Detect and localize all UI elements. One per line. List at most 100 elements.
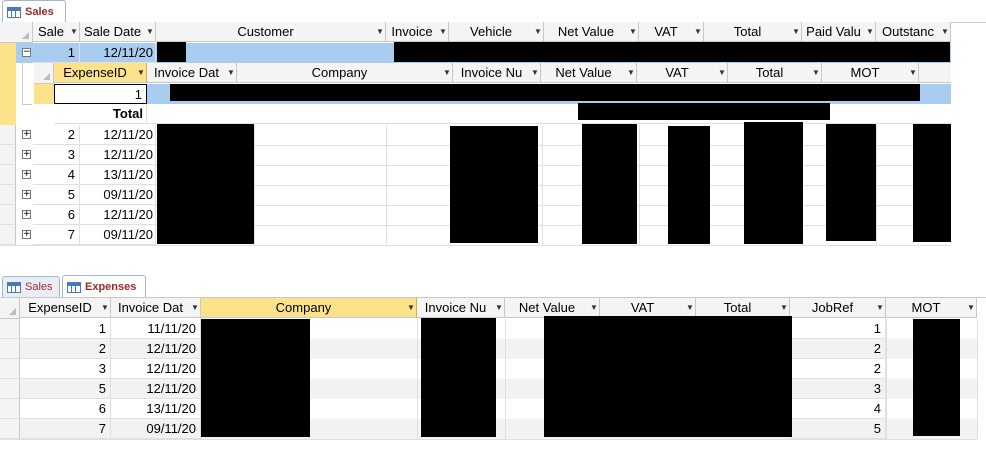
record-selector[interactable] bbox=[0, 319, 20, 339]
column-header-total[interactable]: Total ▼ bbox=[704, 22, 802, 42]
sort-arrow-icon[interactable]: ▼ bbox=[226, 68, 236, 77]
sale-date-cell[interactable]: 12/11/20 bbox=[80, 145, 156, 165]
record-selector[interactable] bbox=[0, 165, 16, 185]
jobref-cell[interactable]: 1 bbox=[790, 319, 886, 339]
expense-id-cell[interactable]: 7 bbox=[20, 419, 111, 439]
column-header-expense-id[interactable]: ExpenseID ▼ bbox=[20, 298, 111, 318]
sale-id-cell[interactable]: 5 bbox=[33, 185, 80, 205]
sale-date-cell[interactable]: 12/11/20 bbox=[80, 205, 156, 225]
record-selector[interactable] bbox=[0, 145, 16, 165]
dropdown-arrow-icon[interactable]: ▼ bbox=[589, 303, 599, 312]
dropdown-arrow-icon[interactable]: ▼ bbox=[908, 68, 918, 77]
column-header-total[interactable]: Total ▼ bbox=[728, 63, 822, 83]
expand-icon[interactable]: + bbox=[22, 150, 31, 159]
dropdown-arrow-icon[interactable]: ▼ bbox=[375, 27, 385, 36]
column-header-invoice-number[interactable]: Invoice Nu ▼ bbox=[453, 63, 541, 83]
column-header-sale[interactable]: Sale ▼ bbox=[33, 22, 80, 42]
expense-id-cell[interactable]: 3 bbox=[20, 359, 111, 379]
record-selector[interactable] bbox=[0, 399, 20, 419]
column-header-company[interactable]: Company ▼ bbox=[201, 298, 417, 318]
dropdown-arrow-icon[interactable]: ▼ bbox=[438, 27, 448, 36]
expense-id-cell[interactable]: 2 bbox=[20, 339, 111, 359]
column-header-net-value[interactable]: Net Value ▼ bbox=[505, 298, 600, 318]
expand-icon[interactable]: + bbox=[22, 130, 31, 139]
invoice-date-cell[interactable]: 12/11/20 bbox=[111, 339, 201, 359]
sale-id-cell[interactable]: 3 bbox=[33, 145, 80, 165]
sale-id-cell[interactable]: 2 bbox=[33, 125, 80, 145]
column-header-invoice-date[interactable]: Invoice Dat ▼ bbox=[147, 63, 237, 83]
column-header-customer[interactable]: Customer ▼ bbox=[156, 22, 386, 42]
jobref-cell[interactable]: 2 bbox=[790, 339, 886, 359]
expand-icon[interactable]: + bbox=[22, 230, 31, 239]
record-selector[interactable] bbox=[0, 125, 16, 145]
column-header-vat[interactable]: VAT ▼ bbox=[639, 22, 704, 42]
subdatasheet-selector[interactable] bbox=[34, 84, 54, 104]
column-header-paid-value[interactable]: Paid Valu ▼ bbox=[802, 22, 876, 42]
column-header-vehicle[interactable]: Vehicle ▼ bbox=[449, 22, 544, 42]
expand-icon[interactable]: + bbox=[22, 210, 31, 219]
dropdown-arrow-icon[interactable]: ▼ bbox=[717, 68, 727, 77]
expense-id-cell[interactable]: 6 bbox=[20, 399, 111, 419]
collapse-icon[interactable]: − bbox=[22, 48, 31, 57]
column-header-vat[interactable]: VAT ▼ bbox=[600, 298, 696, 318]
sale-date-cell[interactable]: 12/11/20 bbox=[80, 125, 156, 145]
record-selector[interactable] bbox=[0, 419, 20, 439]
invoice-date-cell[interactable]: 12/11/20 bbox=[111, 379, 201, 399]
record-selector[interactable] bbox=[0, 379, 20, 399]
record-selector[interactable] bbox=[0, 185, 16, 205]
column-header-total[interactable]: Total ▼ bbox=[696, 298, 790, 318]
expand-icon[interactable]: + bbox=[22, 170, 31, 179]
invoice-date-cell[interactable]: 11/11/20 bbox=[111, 319, 201, 339]
column-header-sale-date[interactable]: Sale Date ▼ bbox=[80, 22, 156, 42]
dropdown-arrow-icon[interactable]: ▼ bbox=[685, 303, 695, 312]
select-all-corner[interactable] bbox=[0, 298, 20, 319]
jobref-cell[interactable]: 3 bbox=[790, 379, 886, 399]
sale-date-cell[interactable]: 12/11/20 bbox=[80, 43, 156, 63]
sale-id-cell[interactable]: 7 bbox=[33, 225, 80, 245]
dropdown-arrow-icon[interactable]: ▼ bbox=[145, 27, 155, 36]
column-header-invoice[interactable]: Invoice ▼ bbox=[386, 22, 449, 42]
jobref-cell[interactable]: 5 bbox=[790, 419, 886, 439]
tab-sales[interactable]: Sales bbox=[2, 0, 66, 23]
dropdown-arrow-icon[interactable]: ▼ bbox=[69, 27, 79, 36]
column-header-company[interactable]: Company ▼ bbox=[237, 63, 453, 83]
dropdown-arrow-icon[interactable]: ▼ bbox=[811, 68, 821, 77]
dropdown-arrow-icon[interactable]: ▼ bbox=[791, 27, 801, 36]
column-header-expense-id[interactable]: ExpenseID ▼ bbox=[54, 63, 147, 83]
dropdown-arrow-icon[interactable]: ▼ bbox=[940, 27, 950, 36]
record-selector-current[interactable] bbox=[0, 43, 16, 125]
jobref-cell[interactable]: 2 bbox=[790, 359, 886, 379]
invoice-date-cell[interactable]: 12/11/20 bbox=[111, 359, 201, 379]
sale-date-cell[interactable]: 09/11/20 bbox=[80, 225, 156, 245]
column-header-net-value[interactable]: Net Value ▼ bbox=[544, 22, 639, 42]
dropdown-arrow-icon[interactable]: ▼ bbox=[626, 68, 636, 77]
expense-id-cell[interactable]: 5 bbox=[20, 379, 111, 399]
record-selector[interactable] bbox=[0, 225, 16, 245]
dropdown-arrow-icon[interactable]: ▼ bbox=[406, 303, 416, 312]
tab-expenses[interactable]: Expenses bbox=[62, 275, 146, 298]
dropdown-arrow-icon[interactable]: ▼ bbox=[100, 303, 110, 312]
invoice-date-cell[interactable]: 09/11/20 bbox=[111, 419, 201, 439]
record-selector[interactable] bbox=[0, 205, 16, 225]
invoice-date-cell[interactable]: 13/11/20 bbox=[111, 399, 201, 419]
column-header-jobref[interactable]: JobRef ▼ bbox=[790, 298, 886, 318]
dropdown-arrow-icon[interactable]: ▼ bbox=[966, 303, 976, 312]
sale-date-cell[interactable]: 13/11/20 bbox=[80, 165, 156, 185]
dropdown-arrow-icon[interactable]: ▼ bbox=[693, 27, 703, 36]
subdatasheet-corner[interactable] bbox=[34, 63, 54, 84]
dropdown-arrow-icon[interactable]: ▼ bbox=[533, 27, 543, 36]
sale-id-cell[interactable]: 6 bbox=[33, 205, 80, 225]
record-selector[interactable] bbox=[0, 359, 20, 379]
sale-id-cell[interactable]: 1 bbox=[33, 43, 80, 63]
dropdown-arrow-icon[interactable]: ▼ bbox=[779, 303, 789, 312]
tab-sales[interactable]: Sales bbox=[2, 276, 60, 297]
column-header-invoice-date[interactable]: Invoice Dat ▼ bbox=[111, 298, 201, 318]
sale-date-cell[interactable]: 09/11/20 bbox=[80, 185, 156, 205]
column-header-invoice-number[interactable]: Invoice Nu ▼ bbox=[417, 298, 505, 318]
expense-id-cell[interactable]: 1 bbox=[20, 319, 111, 339]
dropdown-arrow-icon[interactable]: ▼ bbox=[530, 68, 540, 77]
dropdown-arrow-icon[interactable]: ▼ bbox=[628, 27, 638, 36]
column-header-net-value[interactable]: Net Value ▼ bbox=[541, 63, 637, 83]
dropdown-arrow-icon[interactable]: ▼ bbox=[442, 68, 452, 77]
column-header-outstanding[interactable]: Outstanc ▼ bbox=[876, 22, 951, 42]
